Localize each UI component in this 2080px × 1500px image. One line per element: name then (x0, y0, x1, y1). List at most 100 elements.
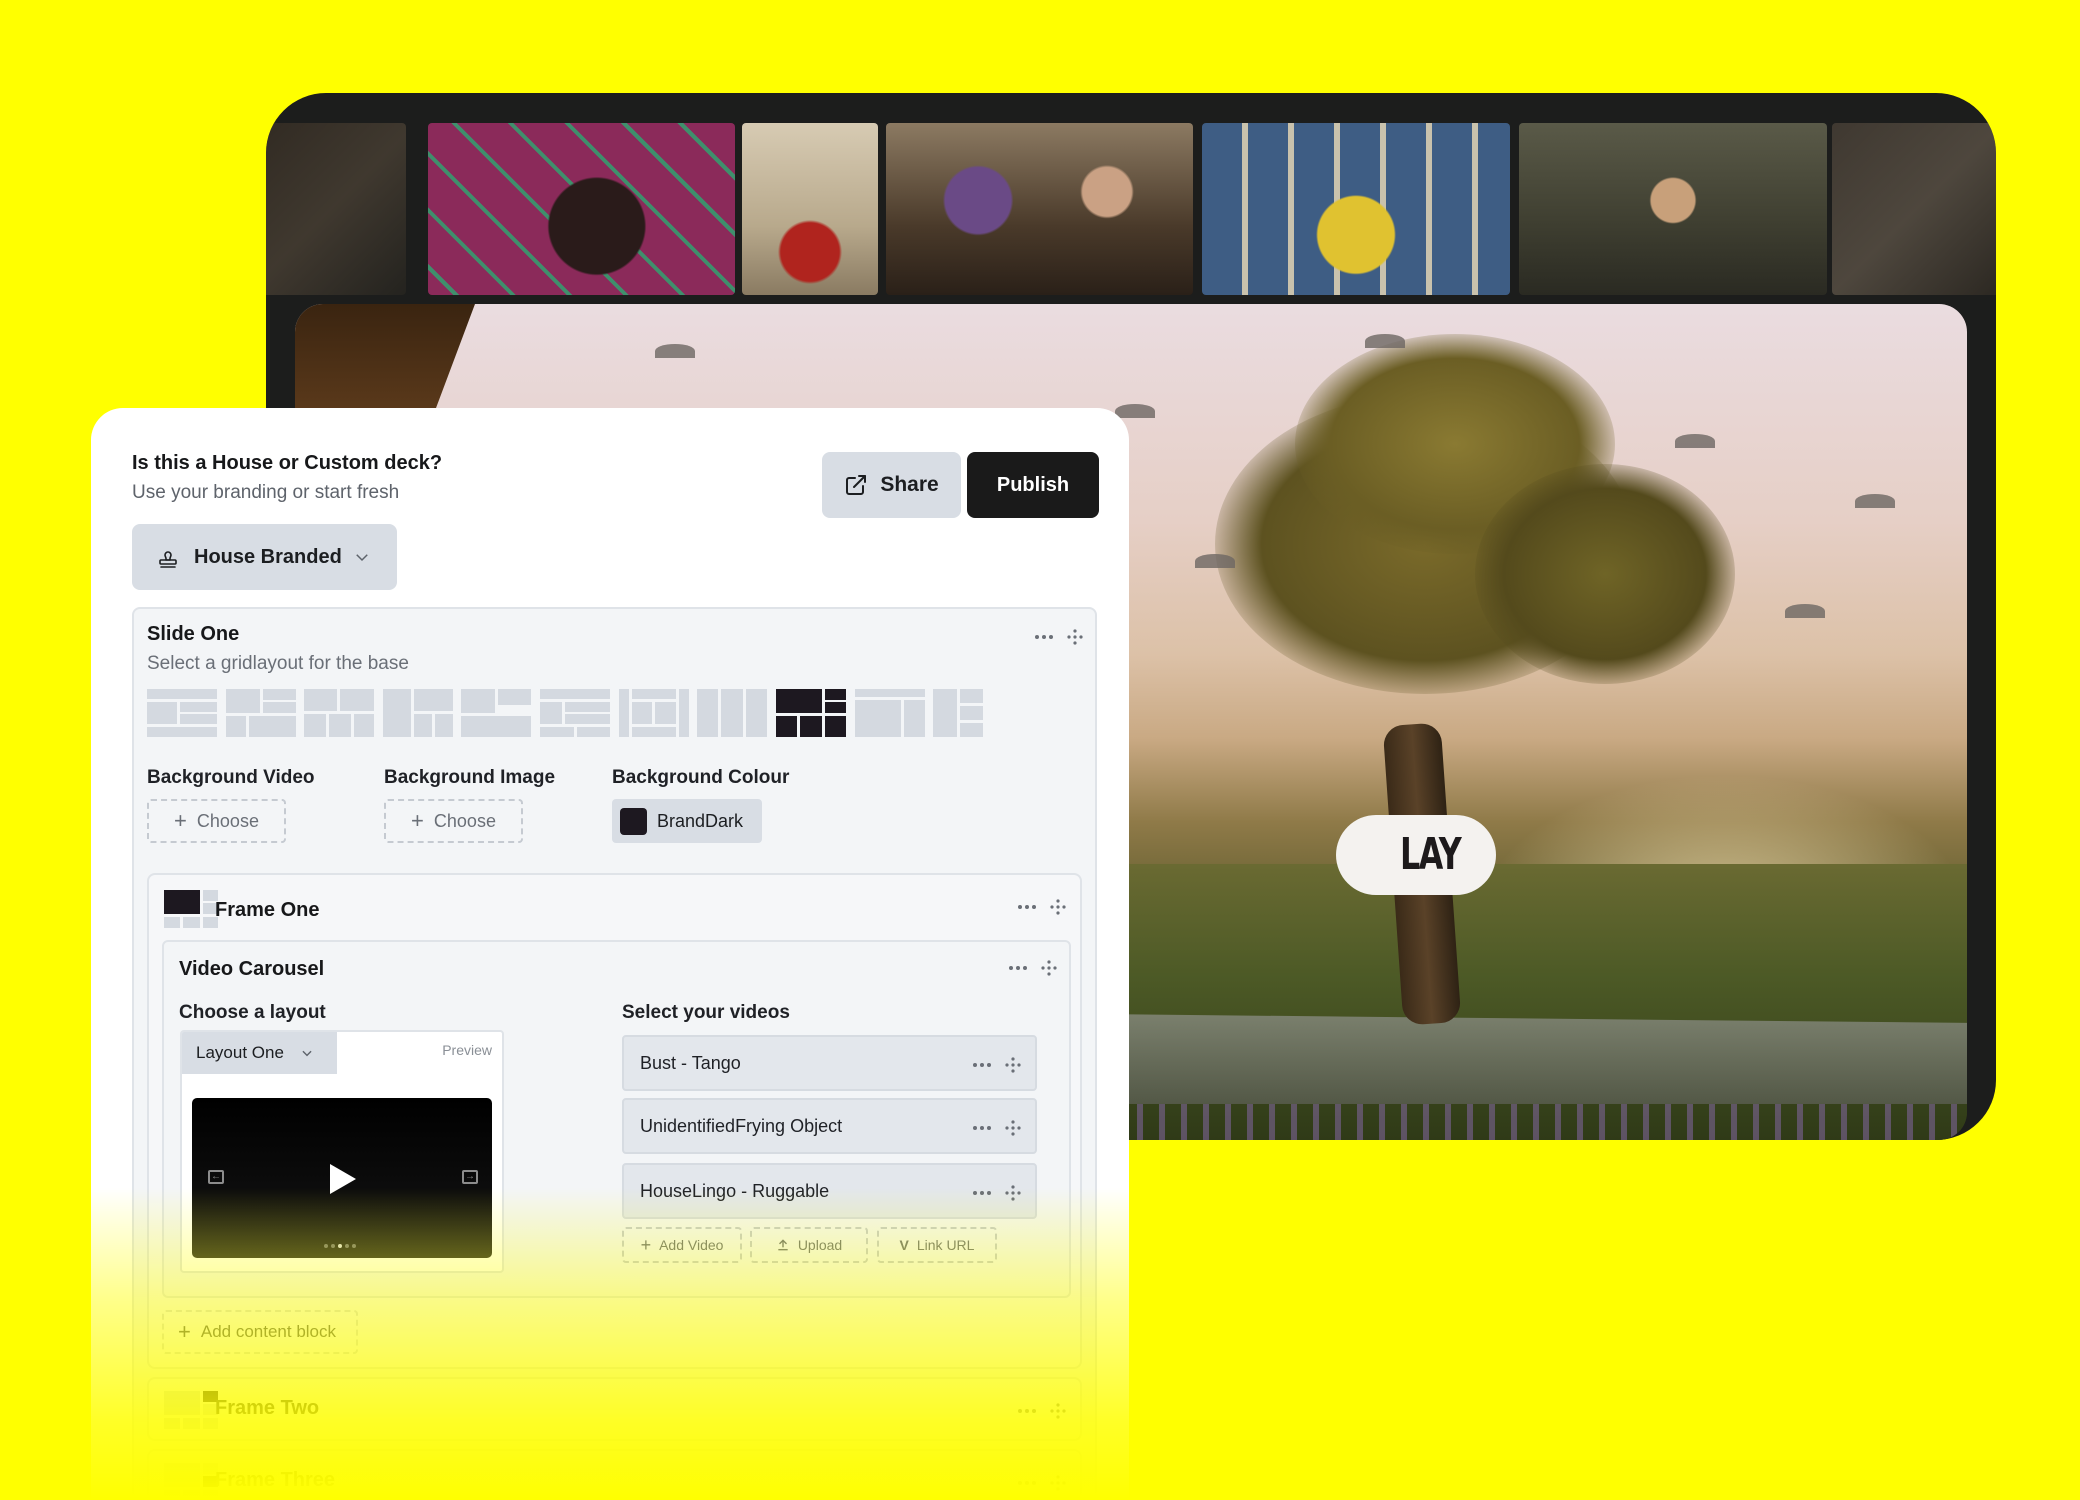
publish-label: Publish (996, 473, 1070, 496)
more-options-icon[interactable] (1018, 1409, 1036, 1413)
grid-layout-option[interactable] (147, 689, 217, 737)
slide-title: Slide One (147, 623, 240, 645)
hero-overlay-text: LAY (1400, 829, 1462, 880)
drag-handle-icon[interactable] (1050, 1403, 1066, 1419)
video-thumbnail[interactable] (1202, 123, 1510, 295)
video-thumbnail[interactable] (266, 123, 406, 295)
frame-card: Frame One Video Carousel Choose a layout… (147, 873, 1082, 1369)
more-options-icon[interactable] (973, 1126, 991, 1130)
publish-button[interactable]: Publish (967, 452, 1099, 518)
arrow-left-icon[interactable]: ← (208, 1170, 224, 1184)
grid-layout-option[interactable] (383, 689, 453, 737)
drag-handle-icon[interactable] (1005, 1185, 1021, 1201)
video-name: Bust - Tango (640, 1052, 741, 1073)
layout-select[interactable]: Layout One (182, 1032, 337, 1074)
video-thumbnail[interactable] (1519, 123, 1827, 295)
grid-layout-option[interactable] (933, 689, 983, 737)
frame-card-collapsed[interactable]: Frame Two (147, 1377, 1082, 1441)
choose-background-image-button[interactable]: + Choose (384, 799, 523, 843)
frame-title: Frame Two (215, 1397, 320, 1419)
plus-icon: + (178, 1319, 191, 1344)
plus-icon: + (640, 1234, 652, 1255)
stamp-icon (159, 551, 177, 568)
drag-handle-icon[interactable] (1050, 1475, 1066, 1491)
grid-layout-option[interactable] (619, 689, 689, 737)
play-overlay-pill[interactable]: LAY (1336, 815, 1496, 895)
deck-type-select[interactable]: House Branded (132, 524, 397, 590)
more-options-icon[interactable] (973, 1063, 991, 1067)
choose-background-video-button[interactable]: + Choose (147, 799, 286, 843)
drag-handle-icon[interactable] (1067, 629, 1083, 645)
grid-layout-option-selected[interactable] (776, 689, 846, 737)
grid-layout-option[interactable] (226, 689, 296, 737)
grid-layout-option[interactable] (855, 689, 925, 737)
choose-label: Choose (196, 810, 259, 831)
more-options-icon[interactable] (1009, 966, 1027, 970)
video-list-item[interactable]: Bust - Tango (622, 1035, 1037, 1091)
drag-handle-icon[interactable] (1005, 1057, 1021, 1073)
deck-type-value: House Branded (194, 545, 342, 568)
colour-swatch (620, 807, 647, 835)
drag-handle-icon[interactable] (1005, 1120, 1021, 1136)
frame-title: Frame Three (215, 1469, 336, 1491)
frame-card-collapsed[interactable]: Frame Three (147, 1449, 1082, 1500)
layout-heading: Choose a layout (179, 1002, 326, 1023)
video-name: UnidentifiedFrying Object (640, 1115, 843, 1136)
play-icon[interactable] (330, 1164, 356, 1194)
drag-handle-icon[interactable] (1041, 960, 1057, 976)
choose-label: Choose (433, 810, 496, 831)
drag-handle-icon[interactable] (1050, 899, 1066, 915)
deck-type-subtitle: Use your branding or start fresh (132, 482, 400, 503)
add-video-label: Add Video (659, 1237, 724, 1253)
more-options-icon[interactable] (1018, 905, 1036, 909)
more-options-icon[interactable] (1018, 1481, 1036, 1485)
deck-editor-panel: Is this a House or Custom deck? Use your… (91, 408, 1129, 1500)
plus-icon: + (411, 808, 424, 833)
layout-preview-box: Layout One Preview ← → (180, 1030, 504, 1273)
upload-icon (778, 1239, 788, 1251)
slide-row-menu (1035, 629, 1083, 645)
grid-layout-option[interactable] (304, 689, 374, 737)
frame-row-menu (1018, 899, 1066, 915)
upload-button[interactable]: Upload (750, 1227, 868, 1263)
more-options-icon[interactable] (973, 1191, 991, 1195)
plus-icon: + (174, 808, 187, 833)
video-thumbnail-strip (266, 123, 1996, 295)
grid-layout-option[interactable] (540, 689, 610, 737)
background-colour-value: BrandDark (657, 810, 744, 831)
background-video-label: Background Video (147, 767, 315, 788)
block-row-menu (1009, 960, 1057, 976)
add-content-label: Add content block (200, 1322, 337, 1341)
grid-layout-option[interactable] (697, 689, 767, 737)
video-name: HouseLingo - Ruggable (640, 1180, 830, 1201)
background-colour-select[interactable]: BrandDark (612, 799, 762, 843)
video-thumbnail[interactable] (742, 123, 878, 295)
video-player-preview[interactable]: ← → (192, 1098, 492, 1258)
slide-subtitle: Select a gridlayout for the base (147, 653, 409, 674)
add-content-block-button[interactable]: + Add content block (162, 1310, 358, 1354)
chevron-down-icon (356, 554, 368, 562)
video-list-item[interactable]: HouseLingo - Ruggable (622, 1163, 1037, 1219)
video-thumbnail[interactable] (1832, 123, 1996, 295)
arrow-right-icon[interactable]: → (462, 1170, 478, 1184)
slide-card: Slide One Select a gridlayout for the ba… (132, 607, 1097, 1500)
share-button[interactable]: Share (822, 452, 961, 518)
share-label: Share (880, 473, 939, 496)
link-url-button[interactable]: V Link URL (877, 1227, 997, 1263)
preview-label: Preview (442, 1042, 492, 1058)
external-link-icon (846, 475, 867, 495)
frame-layout-icon (164, 1463, 218, 1500)
layout-value: Layout One (196, 1043, 284, 1062)
add-video-button[interactable]: + Add Video (622, 1227, 742, 1263)
video-thumbnail[interactable] (428, 123, 735, 295)
block-title: Video Carousel (179, 958, 325, 980)
grid-layout-option[interactable] (461, 689, 531, 737)
link-url-label: Link URL (916, 1237, 975, 1253)
video-list-item[interactable]: UnidentifiedFrying Object (622, 1098, 1037, 1154)
chevron-down-icon (302, 1050, 312, 1057)
frame-layout-icon (164, 1391, 218, 1429)
video-thumbnail[interactable] (886, 123, 1193, 295)
frame-layout-icon (164, 890, 218, 928)
background-colour-label: Background Colour (612, 767, 790, 788)
more-options-icon[interactable] (1035, 635, 1053, 639)
